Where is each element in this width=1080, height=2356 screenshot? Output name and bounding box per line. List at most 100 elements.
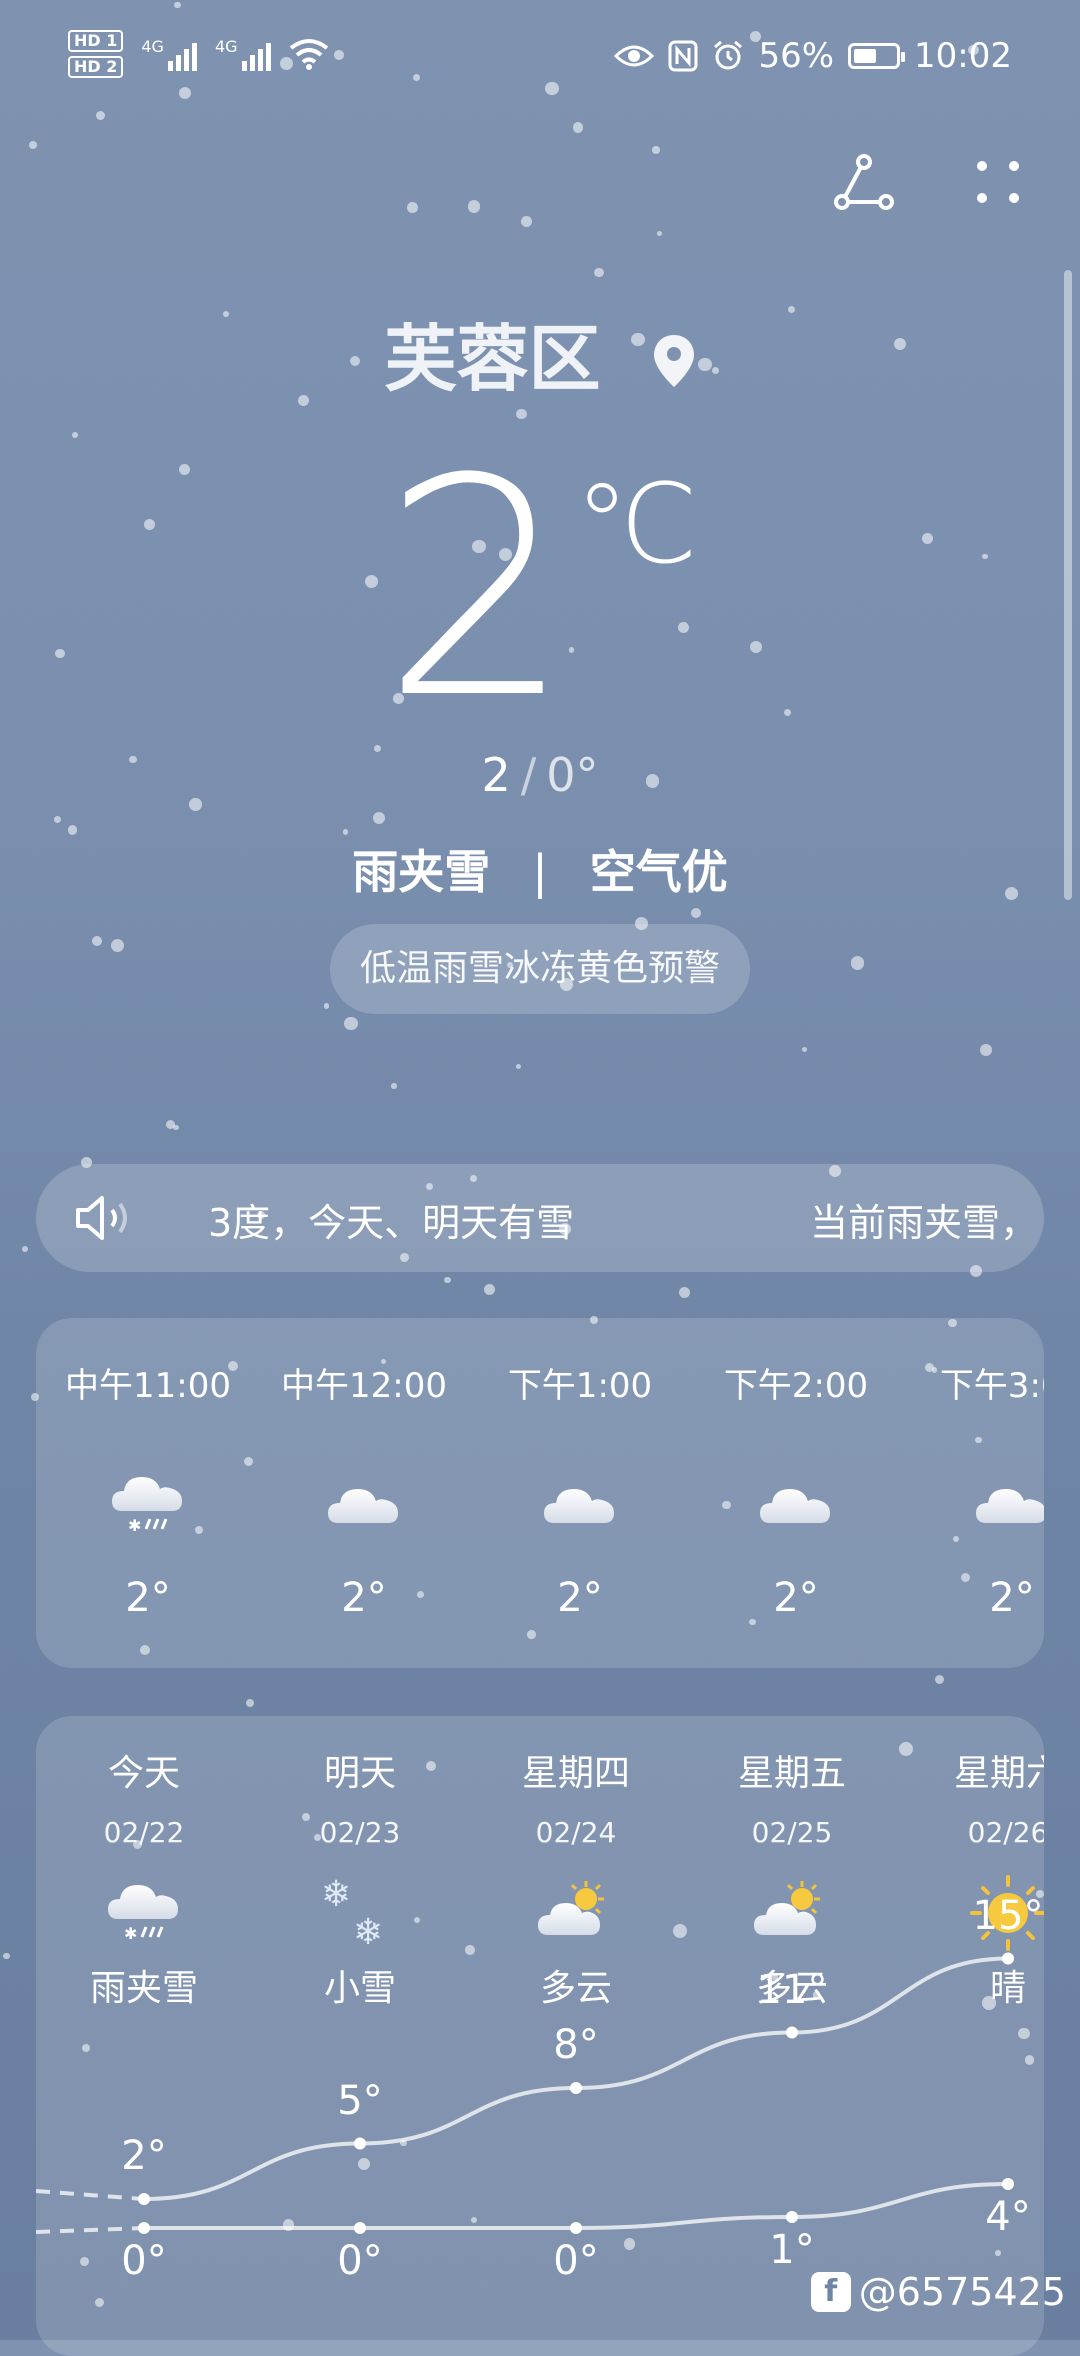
hour-time: 下午2:00 bbox=[723, 1366, 869, 1406]
clock: 10:02 bbox=[914, 36, 1012, 76]
snowflake bbox=[691, 908, 702, 919]
cloudy-icon bbox=[328, 1489, 398, 1523]
high-temp-label: 15° bbox=[972, 1892, 1044, 1939]
hour-temp: 2° bbox=[773, 1575, 819, 1621]
snowflake bbox=[516, 1063, 522, 1069]
alarm-icon bbox=[714, 40, 743, 70]
watermark-logo-icon: f bbox=[810, 2272, 851, 2312]
snowflake bbox=[245, 1699, 254, 1708]
snowflake bbox=[801, 1047, 807, 1053]
hourly-item: 中午11:00 2° bbox=[48, 1358, 248, 1621]
daily-forecast[interactable]: 今天 02/22 雨夹雪 明天 02/23 小雪 星期四 02/24 多云 星期… bbox=[36, 1716, 1044, 2356]
network-label-1: 4G bbox=[141, 37, 164, 56]
high-trend-leadin bbox=[36, 2189, 145, 2201]
sleet-icon bbox=[110, 1475, 184, 1537]
high-point bbox=[354, 2137, 366, 2150]
snowflake bbox=[652, 146, 661, 154]
hour-temp: 2° bbox=[125, 1575, 171, 1621]
snowflake bbox=[3, 1952, 10, 1960]
low-point bbox=[138, 2222, 150, 2234]
low-point bbox=[354, 2222, 366, 2234]
snowflake bbox=[343, 829, 349, 835]
snowflake bbox=[444, 1276, 452, 1284]
range-separator: / bbox=[520, 748, 537, 802]
hour-time: 中午11:00 bbox=[65, 1366, 231, 1406]
low-point bbox=[570, 2222, 582, 2234]
low-temp: 0° bbox=[546, 748, 599, 802]
weather-broadcast-bar[interactable]: 3度，今天、明天有雪 当前雨夹雪， bbox=[36, 1164, 1044, 1272]
high-temp-label: 5° bbox=[337, 2077, 383, 2124]
snowflake bbox=[29, 140, 38, 149]
low-temp-label: 0° bbox=[553, 2238, 599, 2284]
snowflake bbox=[344, 1016, 359, 1031]
condition-divider: | bbox=[532, 845, 548, 899]
hd1-badge: HD 1 bbox=[68, 30, 124, 52]
high-temp-label: 8° bbox=[553, 2022, 599, 2068]
top-actions bbox=[832, 150, 1030, 214]
eye-icon bbox=[614, 45, 655, 67]
watermark: f @6575425 bbox=[810, 2270, 1066, 2314]
air-quality[interactable]: 空气优 bbox=[590, 845, 728, 899]
share-button[interactable] bbox=[832, 150, 896, 214]
snowflake bbox=[467, 199, 481, 213]
cloudy-icon bbox=[760, 1489, 830, 1523]
snowflake bbox=[91, 935, 103, 947]
current-temperature: 2℃ bbox=[0, 440, 1080, 740]
weather-warning-badge[interactable]: 低温雨雪冰冻黄色预警 bbox=[330, 924, 750, 1014]
low-point bbox=[786, 2211, 798, 2223]
low-point bbox=[1002, 2178, 1014, 2190]
nfc-icon bbox=[668, 40, 698, 72]
snowflake bbox=[980, 1043, 992, 1056]
high-temp: 2 bbox=[481, 748, 511, 802]
snowflake bbox=[407, 202, 418, 213]
hour-temp: 2° bbox=[341, 1575, 387, 1621]
high-point bbox=[138, 2193, 150, 2205]
signal-icon bbox=[167, 37, 197, 71]
hd-badges: HD 1 HD 2 bbox=[68, 30, 124, 78]
speaker-icon[interactable] bbox=[72, 1192, 136, 1248]
high-point bbox=[786, 2026, 798, 2039]
location-pin-icon bbox=[652, 322, 696, 406]
signal-icon bbox=[241, 37, 271, 71]
snowflake bbox=[67, 825, 78, 835]
low-temp-label: 1° bbox=[769, 2227, 815, 2273]
snowflake bbox=[54, 816, 62, 824]
hourly-item: 下午2:00 2° bbox=[696, 1358, 896, 1621]
temperature-range: 2/0° bbox=[0, 748, 1080, 802]
condition-line: 雨夹雪 | 空气优 bbox=[0, 836, 1080, 902]
snowflake bbox=[656, 230, 662, 236]
high-point bbox=[570, 2082, 582, 2094]
watermark-text: @6575425 bbox=[858, 2270, 1066, 2314]
status-bar: HD 1 HD 2 4G 4G 56% 10:02 bbox=[0, 0, 1080, 120]
battery-percent: 56% bbox=[758, 36, 835, 76]
low-temp-label: 0° bbox=[337, 2238, 383, 2284]
low-temp-label: 4° bbox=[985, 2194, 1031, 2240]
location-header[interactable]: 芙蓉区 bbox=[0, 300, 1080, 406]
snowflake bbox=[935, 1674, 945, 1684]
hour-time: 下午1:00 bbox=[507, 1366, 653, 1406]
high-point bbox=[1002, 1952, 1014, 1965]
snowflake bbox=[594, 267, 604, 278]
snowflake bbox=[111, 939, 125, 953]
high-trend-line bbox=[143, 1956, 1009, 2201]
snowflake bbox=[391, 1083, 397, 1089]
location-name: 芙蓉区 bbox=[384, 317, 601, 401]
wifi-icon bbox=[289, 39, 328, 70]
temperature-unit: ℃ bbox=[574, 460, 699, 588]
hour-temp: 2° bbox=[557, 1575, 603, 1621]
snowflake bbox=[72, 432, 79, 439]
more-button[interactable] bbox=[966, 150, 1030, 214]
hour-time: 下午3:00 bbox=[939, 1366, 1044, 1406]
hour-time: 中午12:00 bbox=[281, 1366, 447, 1406]
low-trend-line bbox=[143, 2182, 1009, 2230]
snowflake bbox=[572, 122, 584, 133]
hourly-item: 下午1:00 2° bbox=[480, 1358, 680, 1621]
hourly-forecast[interactable]: 中午11:00 2° 中午12:00 2° 下午1:00 2° 下午2:00 2… bbox=[36, 1318, 1044, 1668]
snowflake bbox=[372, 812, 385, 825]
broadcast-text-2: 当前雨夹雪， bbox=[810, 1201, 1039, 1245]
low-temp-label: 0° bbox=[121, 2238, 167, 2284]
broadcast-text-1: 3度，今天、明天有雪 bbox=[208, 1201, 575, 1245]
hourly-item: 下午3:00 2° bbox=[912, 1358, 1044, 1621]
snowflake bbox=[483, 1283, 496, 1296]
snowflake bbox=[520, 215, 532, 227]
